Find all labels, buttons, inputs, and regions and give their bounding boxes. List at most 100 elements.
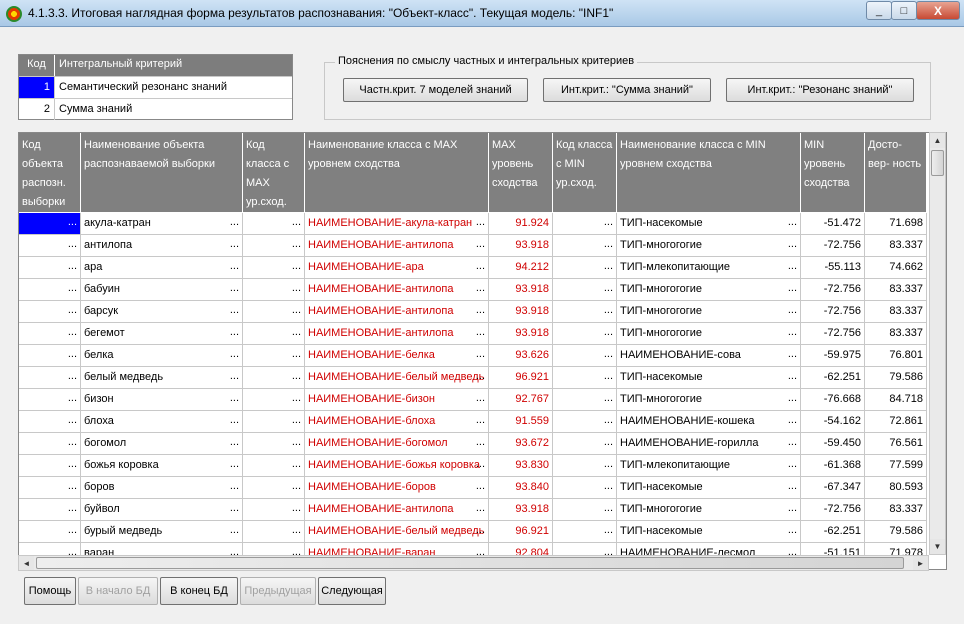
cell-object-code[interactable]: ... <box>19 521 81 543</box>
cell-min-class-code[interactable]: ... <box>553 213 617 235</box>
ellipsis-button[interactable]: ... <box>230 304 239 316</box>
table-row[interactable]: ... бурый медведь...... НАИМЕНОВАНИЕ-белый… <box>19 521 927 543</box>
criteria-row-1[interactable]: 1 Семантический резонанс знаний <box>19 76 292 98</box>
ellipsis-button[interactable]: ... <box>788 524 797 536</box>
col-header-min-class-code[interactable]: Код класса с MIN ур.сход. <box>553 133 617 213</box>
cell-min-class-name[interactable]: НАИМЕНОВАНИЕ-сова... <box>617 345 801 367</box>
cell-min-level[interactable]: -76.668 <box>801 389 865 411</box>
ellipsis-button[interactable]: ... <box>230 414 239 426</box>
cell-min-class-code[interactable]: ... <box>553 477 617 499</box>
cell-min-level[interactable]: -72.756 <box>801 279 865 301</box>
cell-min-class-name[interactable]: ТИП-насекомые... <box>617 367 801 389</box>
cell-max-level[interactable]: 93.918 <box>489 499 553 521</box>
table-row[interactable]: ... богомол...... НАИМЕНОВАНИЕ-богомол... 9… <box>19 433 927 455</box>
sum-knowledge-button[interactable]: Инт.крит.: "Сумма знаний" <box>543 78 711 102</box>
cell-min-level[interactable]: -51.472 <box>801 213 865 235</box>
go-to-db-end-button[interactable]: В конец БД <box>160 577 238 605</box>
ellipsis-button[interactable]: ... <box>230 458 239 470</box>
ellipsis-button[interactable]: ... <box>68 216 77 228</box>
cell-reliability[interactable]: 77.599 <box>865 455 927 477</box>
ellipsis-button[interactable]: ... <box>476 458 485 470</box>
previous-button[interactable]: Предыдущая <box>240 577 316 605</box>
cell-max-class-name[interactable]: НАИМЕНОВАНИЕ-боров... <box>305 477 489 499</box>
cell-max-class-code[interactable]: ... <box>243 521 305 543</box>
ellipsis-button[interactable]: ... <box>292 348 301 360</box>
cell-object-name[interactable]: божья коровка... <box>81 455 243 477</box>
cell-reliability[interactable]: 83.337 <box>865 499 927 521</box>
ellipsis-button[interactable]: ... <box>788 348 797 360</box>
col-header-object-code[interactable]: Код объекта распозн. выборки <box>19 133 81 213</box>
ellipsis-button[interactable]: ... <box>292 436 301 448</box>
ellipsis-button[interactable]: ... <box>68 238 77 250</box>
cell-min-class-code[interactable]: ... <box>553 345 617 367</box>
cell-min-level[interactable]: -72.756 <box>801 323 865 345</box>
ellipsis-button[interactable]: ... <box>476 260 485 272</box>
ellipsis-button[interactable]: ... <box>292 304 301 316</box>
cell-max-class-code[interactable]: ... <box>243 257 305 279</box>
ellipsis-button[interactable]: ... <box>476 348 485 360</box>
cell-object-name[interactable]: боров... <box>81 477 243 499</box>
ellipsis-button[interactable]: ... <box>788 414 797 426</box>
cell-max-level[interactable]: 93.918 <box>489 279 553 301</box>
vertical-scrollbar[interactable]: ▲ ▼ <box>929 132 946 555</box>
cell-reliability[interactable]: 83.337 <box>865 301 927 323</box>
col-header-max-class-name[interactable]: Наименование класса с MAX уровнем сходст… <box>305 133 489 213</box>
ellipsis-button[interactable]: ... <box>604 480 613 492</box>
ellipsis-button[interactable]: ... <box>788 458 797 470</box>
cell-min-class-code[interactable]: ... <box>553 499 617 521</box>
ellipsis-button[interactable]: ... <box>604 436 613 448</box>
cell-max-class-code[interactable]: ... <box>243 477 305 499</box>
table-row[interactable]: ... барсук...... НАИМЕНОВАНИЕ-антилопа... 9… <box>19 301 927 323</box>
cell-object-code[interactable]: ... <box>19 499 81 521</box>
ellipsis-button[interactable]: ... <box>476 480 485 492</box>
vertical-scroll-thumb[interactable] <box>931 150 944 176</box>
cell-max-class-code[interactable]: ... <box>243 235 305 257</box>
ellipsis-button[interactable]: ... <box>604 414 613 426</box>
cell-max-class-name[interactable]: НАИМЕНОВАНИЕ-блоха... <box>305 411 489 433</box>
col-header-reliability[interactable]: Досто- вер- ность <box>865 133 927 213</box>
ellipsis-button[interactable]: ... <box>230 370 239 382</box>
cell-reliability[interactable]: 74.662 <box>865 257 927 279</box>
ellipsis-button[interactable]: ... <box>292 238 301 250</box>
ellipsis-button[interactable]: ... <box>230 480 239 492</box>
cell-max-class-code[interactable]: ... <box>243 213 305 235</box>
cell-min-level[interactable]: -72.756 <box>801 301 865 323</box>
cell-max-class-code[interactable]: ... <box>243 279 305 301</box>
ellipsis-button[interactable]: ... <box>292 502 301 514</box>
ellipsis-button[interactable]: ... <box>604 326 613 338</box>
ellipsis-button[interactable]: ... <box>788 282 797 294</box>
ellipsis-button[interactable]: ... <box>230 392 239 404</box>
cell-min-class-code[interactable]: ... <box>553 323 617 345</box>
ellipsis-button[interactable]: ... <box>788 392 797 404</box>
ellipsis-button[interactable]: ... <box>788 370 797 382</box>
cell-reliability[interactable]: 71.698 <box>865 213 927 235</box>
cell-max-class-name[interactable]: НАИМЕНОВАНИЕ-ара... <box>305 257 489 279</box>
cell-object-name[interactable]: бурый медведь... <box>81 521 243 543</box>
resonance-knowledge-button[interactable]: Инт.крит.: "Резонанс знаний" <box>726 78 914 102</box>
cell-reliability[interactable]: 83.337 <box>865 235 927 257</box>
ellipsis-button[interactable]: ... <box>230 524 239 536</box>
ellipsis-button[interactable]: ... <box>476 238 485 250</box>
cell-max-class-code[interactable]: ... <box>243 433 305 455</box>
table-row[interactable]: ... боров...... НАИМЕНОВАНИЕ-боров... 93.84… <box>19 477 927 499</box>
cell-object-name[interactable]: буйвол... <box>81 499 243 521</box>
cell-min-level[interactable]: -72.756 <box>801 499 865 521</box>
cell-min-class-code[interactable]: ... <box>553 455 617 477</box>
table-row[interactable]: ... буйвол...... НАИМЕНОВАНИЕ-антилопа... 9… <box>19 499 927 521</box>
table-row[interactable]: ... бабуин...... НАИМЕНОВАНИЕ-антилопа... 9… <box>19 279 927 301</box>
ellipsis-button[interactable]: ... <box>788 304 797 316</box>
horizontal-scroll-thumb[interactable] <box>36 557 904 569</box>
minimize-button[interactable]: _ <box>866 1 892 20</box>
cell-reliability[interactable]: 83.337 <box>865 279 927 301</box>
ellipsis-button[interactable]: ... <box>292 392 301 404</box>
cell-object-name[interactable]: бегемот... <box>81 323 243 345</box>
cell-object-code[interactable]: ... <box>19 455 81 477</box>
cell-reliability[interactable]: 76.801 <box>865 345 927 367</box>
ellipsis-button[interactable]: ... <box>230 260 239 272</box>
cell-min-class-code[interactable]: ... <box>553 411 617 433</box>
ellipsis-button[interactable]: ... <box>788 238 797 250</box>
cell-min-level[interactable]: -55.113 <box>801 257 865 279</box>
cell-max-level[interactable]: 93.918 <box>489 235 553 257</box>
table-row[interactable]: ... бизон...... НАИМЕНОВАНИЕ-бизон... 92.76… <box>19 389 927 411</box>
scroll-up-icon[interactable]: ▲ <box>930 133 945 148</box>
